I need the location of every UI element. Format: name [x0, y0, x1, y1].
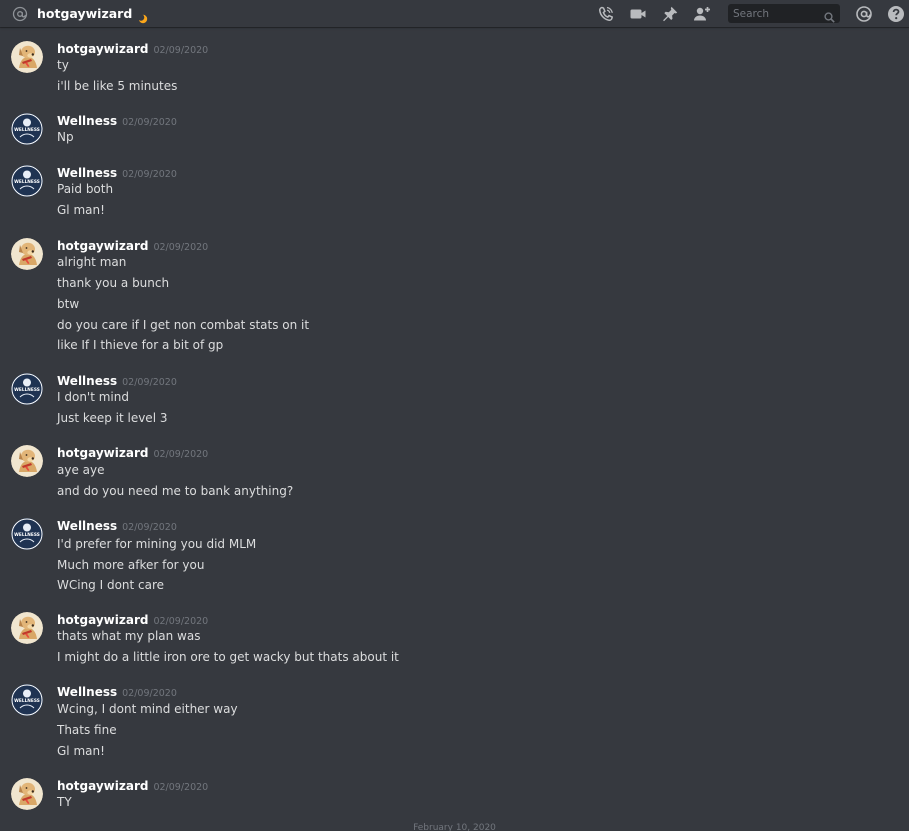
dog-avatar[interactable]: [11, 238, 43, 270]
search-box[interactable]: [728, 4, 840, 23]
author-name[interactable]: Wellness: [57, 685, 117, 699]
message-timestamp: 02/09/2020: [153, 616, 209, 627]
message-timestamp: 02/09/2020: [122, 169, 177, 180]
moon-status-icon: [137, 9, 148, 23]
message-text: do you care if I get non combat stats on…: [57, 318, 310, 332]
message-text: Much more afker for you: [57, 558, 205, 572]
svg-text:WELLNESS: WELLNESS: [14, 179, 40, 185]
help-icon[interactable]: [887, 5, 905, 23]
dog-avatar[interactable]: [11, 445, 43, 477]
author-name[interactable]: Wellness: [57, 374, 117, 388]
message-text: and do you need me to bank anything?: [57, 484, 294, 498]
message-header: Wellness 02/09/2020: [57, 517, 177, 536]
svg-text:WELLNESS: WELLNESS: [14, 127, 40, 133]
message-text: btw: [57, 297, 80, 311]
message-timestamp: 02/09/2020: [153, 45, 209, 56]
video-icon[interactable]: [629, 5, 647, 23]
author-name[interactable]: hotgaywizard: [57, 446, 148, 460]
wellness-logo-avatar[interactable]: WELLNESS: [11, 518, 43, 550]
author-name[interactable]: Wellness: [57, 519, 117, 533]
author-name[interactable]: hotgaywizard: [57, 613, 148, 627]
message-header: hotgaywizard 02/09/2020: [57, 777, 208, 796]
svg-text:WELLNESS: WELLNESS: [14, 532, 40, 538]
dog-avatar[interactable]: [11, 778, 43, 810]
wellness-logo-avatar[interactable]: WELLNESS: [11, 165, 43, 197]
message-text: aye aye: [57, 463, 105, 477]
mention-icon[interactable]: [855, 5, 873, 23]
message-text: thank you a bunch: [57, 276, 170, 290]
message-timestamp: 02/09/2020: [153, 449, 209, 460]
dog-avatar[interactable]: [11, 41, 43, 73]
wellness-logo-avatar[interactable]: WELLNESS: [11, 113, 43, 145]
message-text: Just keep it level 3: [57, 411, 168, 425]
author-name[interactable]: Wellness: [57, 114, 117, 128]
call-icon[interactable]: [597, 5, 615, 23]
message-timestamp: 02/09/2020: [122, 688, 177, 699]
message-text: like If I thieve for a bit of gp: [57, 338, 224, 352]
svg-text:WELLNESS: WELLNESS: [14, 698, 40, 704]
date-divider: February 10, 2020: [413, 823, 496, 831]
message-list: hotgaywizard 02/09/2020 ty i'll be like 5…: [0, 27, 909, 831]
wellness-logo-avatar[interactable]: WELLNESS: [11, 684, 43, 716]
message-header: hotgaywizard 02/09/2020: [57, 444, 208, 463]
search-input[interactable]: [728, 4, 819, 23]
at-sign-icon: [12, 6, 28, 22]
channel-title: hotgaywizard: [37, 6, 133, 21]
search-icon: [824, 8, 835, 23]
message-text: thats what my plan was: [57, 629, 201, 643]
author-name[interactable]: Wellness: [57, 166, 117, 180]
message-timestamp: 02/09/2020: [153, 782, 209, 793]
svg-text:WELLNESS: WELLNESS: [14, 387, 40, 393]
wellness-logo-avatar[interactable]: WELLNESS: [11, 373, 43, 405]
message-timestamp: 02/09/2020: [122, 117, 177, 128]
message-text: Gl man!: [57, 744, 105, 758]
author-name[interactable]: hotgaywizard: [57, 239, 148, 253]
message-header: hotgaywizard 02/09/2020: [57, 40, 208, 59]
message-timestamp: 02/09/2020: [122, 522, 177, 533]
dog-avatar[interactable]: [11, 612, 43, 644]
message-text: Gl man!: [57, 203, 105, 217]
message-text: TY: [57, 795, 72, 809]
message-text: I don't mind: [57, 390, 129, 404]
message-text: Wcing, I dont mind either way: [57, 702, 238, 716]
message-text: I might do a little iron ore to get wack…: [57, 650, 399, 664]
header-toolbar: [590, 0, 909, 27]
message-text: Np: [57, 130, 74, 144]
message-text: ty: [57, 58, 69, 72]
pin-icon[interactable]: [661, 5, 679, 23]
channel-header: hotgaywizard: [0, 0, 909, 27]
message-text: Thats fine: [57, 723, 117, 737]
message-text: Paid both: [57, 182, 114, 196]
message-timestamp: 02/09/2020: [153, 242, 209, 253]
add-friend-icon[interactable]: [693, 5, 711, 23]
author-name[interactable]: hotgaywizard: [57, 779, 148, 793]
message-text: I'd prefer for mining you did MLM: [57, 537, 257, 551]
message-text: WCing I dont care: [57, 578, 165, 592]
message-text: alright man: [57, 255, 127, 269]
message-timestamp: 02/09/2020: [122, 377, 177, 388]
message-header: Wellness 02/09/2020: [57, 683, 177, 702]
author-name[interactable]: hotgaywizard: [57, 42, 148, 56]
message-text: i'll be like 5 minutes: [57, 79, 178, 93]
message-header: Wellness 02/09/2020: [57, 112, 177, 131]
